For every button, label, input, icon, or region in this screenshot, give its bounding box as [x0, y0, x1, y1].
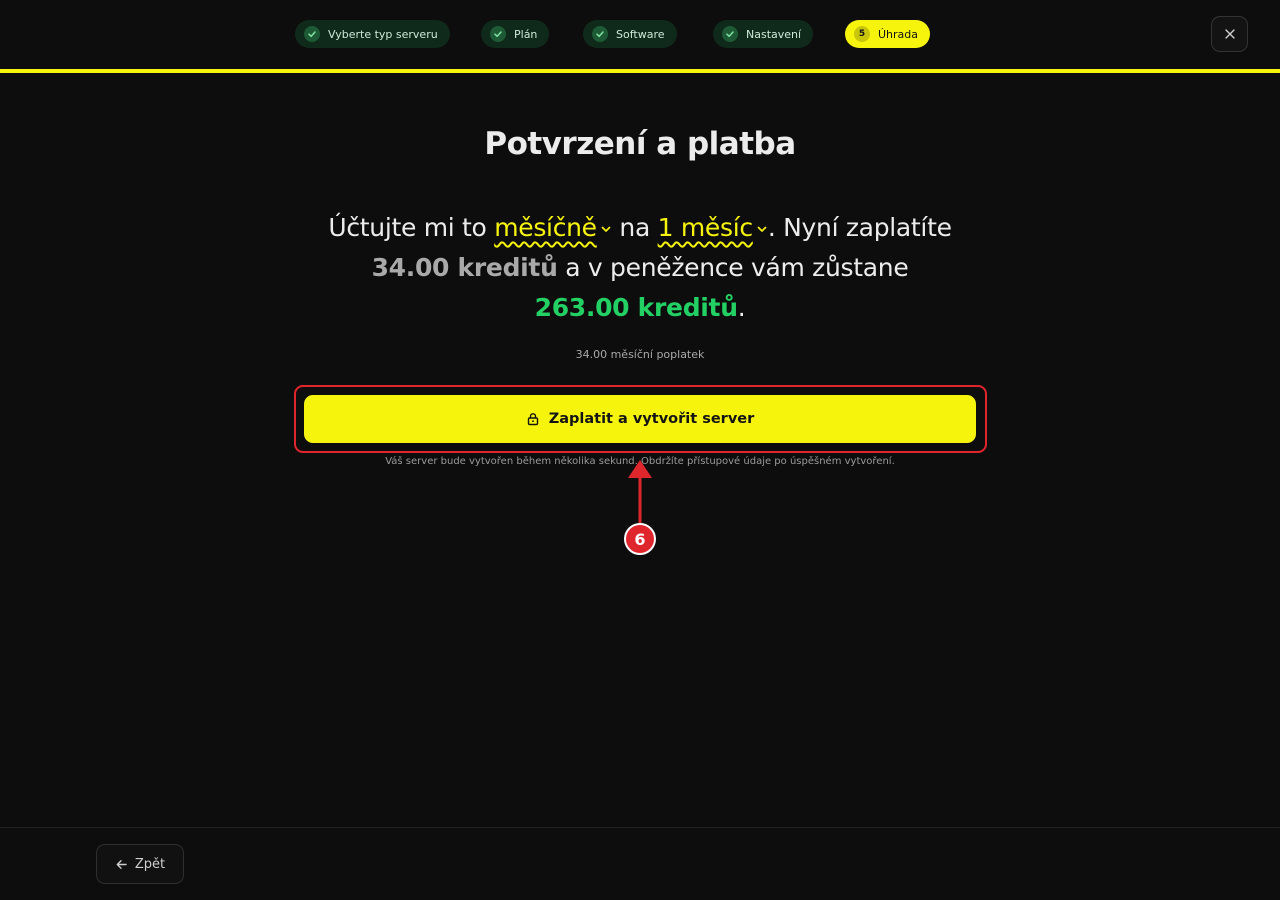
- page-title: Potvrzení a platba: [484, 126, 796, 162]
- step-settings[interactable]: Nastavení: [713, 20, 814, 48]
- monthly-fee-note: 34.00 měsíční poplatek: [575, 348, 705, 361]
- step-label: Nastavení: [746, 27, 802, 41]
- pay-button-label: Zaplatit a vytvořit server: [548, 411, 755, 427]
- arrow-left-icon: [115, 858, 128, 871]
- pay-and-create-button[interactable]: Zaplatit a vytvořit server: [304, 395, 976, 443]
- sentence-text: na: [611, 213, 658, 242]
- remaining-amount: 263.00 kreditů: [534, 293, 738, 322]
- annotation-badge: 6: [624, 523, 656, 555]
- billing-sentence: Účtujte mi to měsíčně na 1 měsíc . Nyní z…: [290, 208, 990, 328]
- billing-cycle-value: měsíčně: [494, 213, 597, 242]
- sentence-text: .: [737, 293, 746, 322]
- sentence-text: . Nyní zaplatíte: [767, 213, 952, 242]
- back-button-label: Zpět: [134, 856, 166, 872]
- annotation-arrow: [628, 460, 652, 530]
- chevron-down-icon[interactable]: [600, 207, 612, 247]
- sentence-line-1: Účtujte mi to měsíčně na 1 měsíc . Nyní z…: [290, 208, 990, 248]
- billing-cycle-dropdown[interactable]: měsíčně: [494, 213, 597, 242]
- step-number: 5: [854, 26, 870, 42]
- footer-divider: [0, 827, 1280, 828]
- period-dropdown[interactable]: 1 měsíc: [657, 213, 754, 242]
- step-label: Software: [616, 27, 665, 41]
- top-bar: Vyberte typ serveru Plán Software Nastav…: [0, 0, 1280, 69]
- check-icon: [304, 26, 320, 42]
- step-server-type[interactable]: Vyberte typ serveru: [295, 20, 450, 48]
- close-button[interactable]: [1211, 16, 1248, 52]
- stepper: Vyberte typ serveru Plán Software Nastav…: [0, 20, 1280, 48]
- step-label: Plán: [514, 27, 538, 41]
- step-plan[interactable]: Plán: [481, 20, 550, 48]
- sentence-line-2: 34.00 kreditů a v peněžence vám zůstane: [290, 248, 990, 288]
- step-software[interactable]: Software: [583, 20, 677, 48]
- check-icon: [592, 26, 608, 42]
- check-icon: [490, 26, 506, 42]
- lock-icon: [526, 412, 540, 426]
- pay-amount: 34.00 kreditů: [371, 253, 558, 282]
- close-icon: [1224, 28, 1236, 40]
- check-icon: [722, 26, 738, 42]
- sentence-text: a v peněžence vám zůstane: [557, 253, 909, 282]
- chevron-down-icon[interactable]: [756, 207, 768, 247]
- progress-line: [0, 69, 1280, 73]
- step-label: Vyberte typ serveru: [328, 27, 438, 41]
- back-button[interactable]: Zpět: [96, 844, 184, 884]
- step-label: Úhrada: [878, 27, 919, 41]
- step-payment[interactable]: 5 Úhrada: [845, 20, 931, 48]
- period-value: 1 měsíc: [657, 213, 754, 242]
- sentence-line-3: 263.00 kreditů.: [290, 288, 990, 328]
- sentence-text: Účtujte mi to: [328, 213, 495, 242]
